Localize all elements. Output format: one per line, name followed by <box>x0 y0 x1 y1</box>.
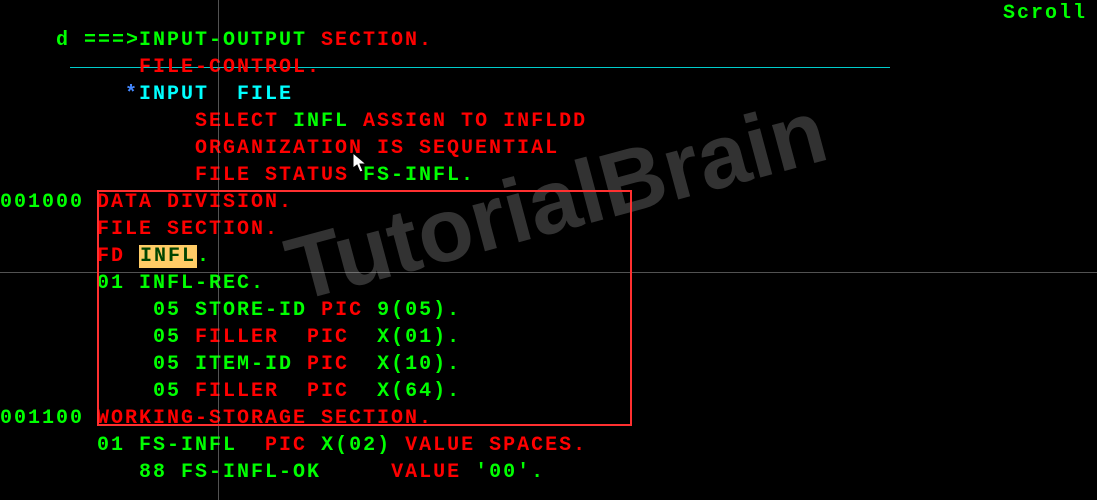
highlighted-identifier: INFL <box>139 245 197 268</box>
identifier: ITEM-ID <box>195 353 307 376</box>
comment-star: * <box>125 83 139 106</box>
code-line[interactable]: FD INFL. <box>0 243 1097 270</box>
identifier: STORE-ID <box>195 299 321 322</box>
keyword: PIC <box>307 380 377 403</box>
level-number: 88 <box>139 461 181 484</box>
picture: X(02) <box>321 434 405 457</box>
keyword: FD <box>97 245 139 268</box>
line-number <box>0 297 97 324</box>
keyword: ORGANIZATION IS SEQUENTIAL <box>195 137 559 160</box>
keyword: PIC <box>265 434 321 457</box>
level-number: 01 <box>97 272 139 295</box>
line-number <box>0 27 97 54</box>
line-number <box>0 108 97 135</box>
level-number: 05 <box>153 326 195 349</box>
keyword: INPUT-OUTPUT <box>139 29 321 52</box>
line-number <box>0 54 97 81</box>
paragraph-name: FILE-CONTROL. <box>139 56 321 79</box>
level-number: 01 <box>97 434 139 457</box>
keyword: FILLER <box>195 380 307 403</box>
division-keyword: DATA DIVISION. <box>97 191 293 214</box>
keyword: VALUE <box>391 461 475 484</box>
line-number <box>0 243 97 270</box>
punct: . <box>197 245 211 268</box>
line-number <box>0 459 97 486</box>
code-line[interactable]: 05 FILLER PIC X(01). <box>0 324 1097 351</box>
picture: X(01). <box>377 326 461 349</box>
literal: '00'. <box>475 461 545 484</box>
section-keyword: FILE SECTION. <box>97 218 279 241</box>
keyword: VALUE SPACES. <box>405 434 587 457</box>
line-number <box>0 432 97 459</box>
keyword: PIC <box>307 353 377 376</box>
crosshair-horizontal <box>0 272 1097 273</box>
code-line[interactable]: FILE STATUS FS-INFL. <box>0 162 1097 189</box>
command-line-row: d ===> Scroll <box>0 0 1097 27</box>
code-line[interactable]: ORGANIZATION IS SEQUENTIAL <box>0 135 1097 162</box>
line-number <box>0 81 97 108</box>
code-line[interactable]: INPUT-OUTPUT SECTION. <box>0 27 1097 54</box>
identifier: FS-INFL <box>139 434 265 457</box>
code-line[interactable]: *INPUT FILE <box>0 81 1097 108</box>
line-number: 001100 <box>0 405 97 432</box>
code-line[interactable]: 05 STORE-ID PIC 9(05). <box>0 297 1097 324</box>
scroll-label: Scroll <box>1003 0 1087 27</box>
line-number <box>0 216 97 243</box>
identifier: INFL <box>293 110 363 133</box>
code-line[interactable]: 001000 DATA DIVISION. <box>0 189 1097 216</box>
keyword: ASSIGN TO INFLDD <box>363 110 587 133</box>
identifier: FS-INFL-OK <box>181 461 391 484</box>
keyword: PIC <box>307 326 377 349</box>
pf-key-row: ft F2=Split F3=Exit F4=Long F5=Rfind F6 <box>0 484 1097 500</box>
picture: X(64). <box>377 380 461 403</box>
line-number <box>0 351 97 378</box>
line-number <box>0 378 97 405</box>
code-line[interactable]: FILE SECTION. <box>0 216 1097 243</box>
picture: 9(05). <box>377 299 461 322</box>
line-number <box>0 135 97 162</box>
keyword: SELECT <box>195 110 293 133</box>
level-number: 05 <box>153 299 195 322</box>
line-number <box>0 324 97 351</box>
code-line[interactable]: SELECT INFL ASSIGN TO INFLDD <box>0 108 1097 135</box>
comment-text: INPUT FILE <box>139 83 293 106</box>
code-line[interactable]: 01 INFL-REC. <box>0 270 1097 297</box>
section-keyword: SECTION. <box>321 29 433 52</box>
keyword: FILE STATUS <box>195 164 363 187</box>
code-line[interactable]: 05 FILLER PIC X(64). <box>0 378 1097 405</box>
line-number <box>0 162 97 189</box>
line-number <box>0 270 97 297</box>
terminal-screen: TutorialBrain d ===> Scroll INPUT-OUTPUT… <box>0 0 1097 500</box>
level-number: 05 <box>153 380 195 403</box>
keyword: PIC <box>321 299 377 322</box>
code-line[interactable]: 88 FS-INFL-OK VALUE '00'. <box>0 459 1097 486</box>
picture: X(10). <box>377 353 461 376</box>
identifier: INFL-REC. <box>139 272 265 295</box>
crosshair-vertical <box>218 0 219 500</box>
keyword: FILLER <box>195 326 307 349</box>
identifier: FS-INFL. <box>363 164 475 187</box>
line-number: 001000 <box>0 189 97 216</box>
code-line[interactable]: 05 ITEM-ID PIC X(10). <box>0 351 1097 378</box>
code-line[interactable]: 01 FS-INFL PIC X(02) VALUE SPACES. <box>0 432 1097 459</box>
section-keyword: WORKING-STORAGE SECTION. <box>97 407 433 430</box>
code-line[interactable]: 001100 WORKING-STORAGE SECTION. <box>0 405 1097 432</box>
level-number: 05 <box>153 353 195 376</box>
